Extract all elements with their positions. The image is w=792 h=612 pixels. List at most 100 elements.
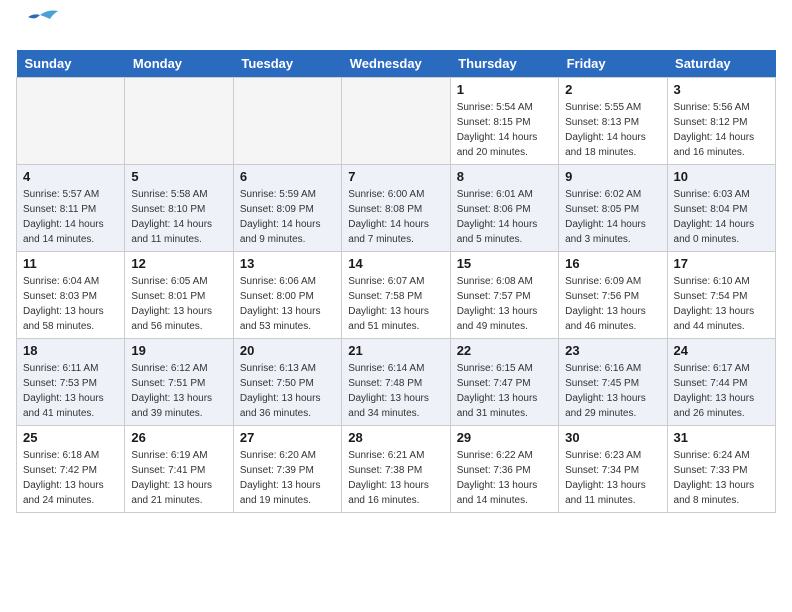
day-number: 2: [565, 82, 660, 97]
calendar-header-row: SundayMondayTuesdayWednesdayThursdayFrid…: [17, 50, 776, 78]
day-number: 28: [348, 430, 443, 445]
header-cell-tuesday: Tuesday: [233, 50, 341, 78]
day-info: Sunrise: 6:00 AMSunset: 8:08 PMDaylight:…: [348, 187, 443, 247]
calendar-cell: 7 Sunrise: 6:00 AMSunset: 8:08 PMDaylight…: [342, 165, 450, 252]
day-number: 29: [457, 430, 552, 445]
day-info: Sunrise: 6:04 AMSunset: 8:03 PMDaylight:…: [23, 274, 118, 334]
calendar-cell: [233, 78, 341, 165]
day-number: 7: [348, 169, 443, 184]
day-info: Sunrise: 6:12 AMSunset: 7:51 PMDaylight:…: [131, 361, 226, 421]
header-cell-sunday: Sunday: [17, 50, 125, 78]
day-number: 18: [23, 343, 118, 358]
day-info: Sunrise: 6:03 AMSunset: 8:04 PMDaylight:…: [674, 187, 769, 247]
calendar-cell: [17, 78, 125, 165]
calendar-week-row: 11 Sunrise: 6:04 AMSunset: 8:03 PMDayligh…: [17, 252, 776, 339]
day-info: Sunrise: 6:21 AMSunset: 7:38 PMDaylight:…: [348, 448, 443, 508]
day-number: 20: [240, 343, 335, 358]
header: [16, 16, 776, 38]
calendar-week-row: 1 Sunrise: 5:54 AMSunset: 8:15 PMDaylight…: [17, 78, 776, 165]
calendar-cell: 16 Sunrise: 6:09 AMSunset: 7:56 PMDayligh…: [559, 252, 667, 339]
day-number: 6: [240, 169, 335, 184]
logo-bird-icon: [20, 7, 60, 37]
calendar-cell: 26 Sunrise: 6:19 AMSunset: 7:41 PMDayligh…: [125, 426, 233, 513]
day-info: Sunrise: 6:17 AMSunset: 7:44 PMDaylight:…: [674, 361, 769, 421]
day-number: 21: [348, 343, 443, 358]
day-info: Sunrise: 5:54 AMSunset: 8:15 PMDaylight:…: [457, 100, 552, 160]
day-number: 24: [674, 343, 769, 358]
day-number: 16: [565, 256, 660, 271]
logo: [16, 16, 60, 38]
calendar-cell: 19 Sunrise: 6:12 AMSunset: 7:51 PMDayligh…: [125, 339, 233, 426]
day-number: 31: [674, 430, 769, 445]
calendar-cell: 12Sunrise: 6:05 AMSunset: 8:01 PMDayligh…: [125, 252, 233, 339]
day-number: 22: [457, 343, 552, 358]
day-number: 15: [457, 256, 552, 271]
day-info: Sunrise: 6:13 AMSunset: 7:50 PMDaylight:…: [240, 361, 335, 421]
header-cell-friday: Friday: [559, 50, 667, 78]
calendar-cell: 22 Sunrise: 6:15 AMSunset: 7:47 PMDayligh…: [450, 339, 558, 426]
day-number: 8: [457, 169, 552, 184]
day-info: Sunrise: 6:16 AMSunset: 7:45 PMDaylight:…: [565, 361, 660, 421]
header-cell-monday: Monday: [125, 50, 233, 78]
calendar-cell: 27 Sunrise: 6:20 AMSunset: 7:39 PMDayligh…: [233, 426, 341, 513]
calendar-cell: 28 Sunrise: 6:21 AMSunset: 7:38 PMDayligh…: [342, 426, 450, 513]
calendar-cell: 13Sunrise: 6:06 AMSunset: 8:00 PMDayligh…: [233, 252, 341, 339]
calendar-cell: 15 Sunrise: 6:08 AMSunset: 7:57 PMDayligh…: [450, 252, 558, 339]
day-number: 5: [131, 169, 226, 184]
day-info: Sunrise: 6:22 AMSunset: 7:36 PMDaylight:…: [457, 448, 552, 508]
calendar-cell: 6 Sunrise: 5:59 AMSunset: 8:09 PMDaylight…: [233, 165, 341, 252]
day-info: Sunrise: 6:10 AMSunset: 7:54 PMDaylight:…: [674, 274, 769, 334]
calendar-cell: 30Sunrise: 6:23 AMSunset: 7:34 PMDayligh…: [559, 426, 667, 513]
calendar-week-row: 18 Sunrise: 6:11 AMSunset: 7:53 PMDayligh…: [17, 339, 776, 426]
day-number: 27: [240, 430, 335, 445]
day-number: 11: [23, 256, 118, 271]
day-info: Sunrise: 5:59 AMSunset: 8:09 PMDaylight:…: [240, 187, 335, 247]
calendar-week-row: 4 Sunrise: 5:57 AMSunset: 8:11 PMDaylight…: [17, 165, 776, 252]
day-number: 10: [674, 169, 769, 184]
calendar-cell: 14 Sunrise: 6:07 AMSunset: 7:58 PMDayligh…: [342, 252, 450, 339]
day-info: Sunrise: 6:06 AMSunset: 8:00 PMDaylight:…: [240, 274, 335, 334]
day-info: Sunrise: 6:24 AMSunset: 7:33 PMDaylight:…: [674, 448, 769, 508]
calendar-table: SundayMondayTuesdayWednesdayThursdayFrid…: [16, 50, 776, 513]
day-number: 4: [23, 169, 118, 184]
calendar-cell: 8 Sunrise: 6:01 AMSunset: 8:06 PMDaylight…: [450, 165, 558, 252]
day-info: Sunrise: 6:05 AMSunset: 8:01 PMDaylight:…: [131, 274, 226, 334]
day-info: Sunrise: 5:57 AMSunset: 8:11 PMDaylight:…: [23, 187, 118, 247]
calendar-week-row: 25Sunrise: 6:18 AMSunset: 7:42 PMDayligh…: [17, 426, 776, 513]
day-number: 1: [457, 82, 552, 97]
day-info: Sunrise: 6:14 AMSunset: 7:48 PMDaylight:…: [348, 361, 443, 421]
calendar-cell: 11 Sunrise: 6:04 AMSunset: 8:03 PMDayligh…: [17, 252, 125, 339]
calendar-cell: 20 Sunrise: 6:13 AMSunset: 7:50 PMDayligh…: [233, 339, 341, 426]
day-info: Sunrise: 6:01 AMSunset: 8:06 PMDaylight:…: [457, 187, 552, 247]
calendar-cell: 24 Sunrise: 6:17 AMSunset: 7:44 PMDayligh…: [667, 339, 775, 426]
calendar-cell: 25Sunrise: 6:18 AMSunset: 7:42 PMDayligh…: [17, 426, 125, 513]
day-number: 30: [565, 430, 660, 445]
header-cell-wednesday: Wednesday: [342, 50, 450, 78]
calendar-cell: 9 Sunrise: 6:02 AMSunset: 8:05 PMDaylight…: [559, 165, 667, 252]
calendar-cell: 10 Sunrise: 6:03 AMSunset: 8:04 PMDayligh…: [667, 165, 775, 252]
day-number: 9: [565, 169, 660, 184]
day-info: Sunrise: 6:09 AMSunset: 7:56 PMDaylight:…: [565, 274, 660, 334]
day-info: Sunrise: 5:55 AMSunset: 8:13 PMDaylight:…: [565, 100, 660, 160]
day-info: Sunrise: 6:07 AMSunset: 7:58 PMDaylight:…: [348, 274, 443, 334]
day-info: Sunrise: 6:19 AMSunset: 7:41 PMDaylight:…: [131, 448, 226, 508]
day-number: 25: [23, 430, 118, 445]
day-info: Sunrise: 6:20 AMSunset: 7:39 PMDaylight:…: [240, 448, 335, 508]
day-info: Sunrise: 5:56 AMSunset: 8:12 PMDaylight:…: [674, 100, 769, 160]
calendar-cell: [342, 78, 450, 165]
day-number: 19: [131, 343, 226, 358]
day-info: Sunrise: 6:08 AMSunset: 7:57 PMDaylight:…: [457, 274, 552, 334]
calendar-cell: 17Sunrise: 6:10 AMSunset: 7:54 PMDayligh…: [667, 252, 775, 339]
calendar-cell: 21 Sunrise: 6:14 AMSunset: 7:48 PMDayligh…: [342, 339, 450, 426]
calendar-cell: 3Sunrise: 5:56 AMSunset: 8:12 PMDaylight…: [667, 78, 775, 165]
day-number: 26: [131, 430, 226, 445]
day-info: Sunrise: 6:15 AMSunset: 7:47 PMDaylight:…: [457, 361, 552, 421]
day-info: Sunrise: 6:11 AMSunset: 7:53 PMDaylight:…: [23, 361, 118, 421]
calendar-cell: 18 Sunrise: 6:11 AMSunset: 7:53 PMDayligh…: [17, 339, 125, 426]
calendar-cell: 4 Sunrise: 5:57 AMSunset: 8:11 PMDaylight…: [17, 165, 125, 252]
day-info: Sunrise: 6:02 AMSunset: 8:05 PMDaylight:…: [565, 187, 660, 247]
day-number: 14: [348, 256, 443, 271]
calendar-cell: 31 Sunrise: 6:24 AMSunset: 7:33 PMDayligh…: [667, 426, 775, 513]
calendar-cell: 1 Sunrise: 5:54 AMSunset: 8:15 PMDaylight…: [450, 78, 558, 165]
calendar-cell: [125, 78, 233, 165]
